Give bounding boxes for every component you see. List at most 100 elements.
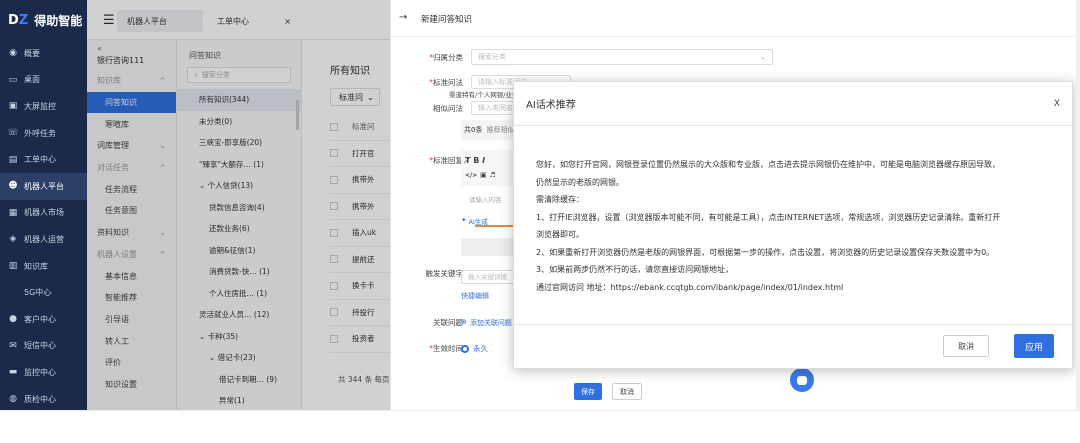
logo-mark: DZ — [8, 12, 29, 28]
code-icon[interactable]: </> — [465, 172, 477, 179]
modal-paragraph: 通过官网访问 地址：https://ebank.ccqtgb.com/ibank… — [536, 282, 844, 292]
nav-item-label: 质检中心 — [24, 394, 56, 404]
divider — [391, 36, 1077, 37]
nav-item[interactable]: ▤ 工单中心 — [0, 146, 87, 173]
std-question-note: 渠道特有/个人网银/业务 — [449, 91, 519, 99]
modal-title: AI话术推荐 — [526, 100, 576, 111]
modal-paragraph: 浏览器即可。 — [536, 230, 584, 239]
nav-list: ◉ 概要 ▭ 桌面 ▣ 大屏监控 ☏ 外呼任务 ▤ 工单中心 ☻ 机器人平台 ▦ 机器人市场 ◈ 机器人运营 ▥… — [0, 40, 87, 412]
close-icon[interactable]: X — [1054, 99, 1060, 109]
effective-permanent-radio[interactable]: 永久 — [461, 343, 488, 354]
radio-checked-icon — [461, 344, 469, 353]
effective-time-label: *生效时间 — [429, 344, 463, 353]
nav-item-label: 概要 — [24, 48, 40, 58]
nav-item-label: 5G中心 — [24, 288, 52, 298]
recommend-similar-link[interactable]: 推荐相似 — [486, 125, 514, 135]
phone-icon: ☏ — [7, 128, 19, 139]
nav-item-label: 机器人运营 — [24, 234, 64, 244]
dashboard-icon: ◉ — [9, 48, 17, 59]
nav-item-label: 知识库 — [24, 261, 48, 271]
nav-item[interactable]: ▬ 监控中心 — [0, 359, 87, 386]
trigger-keyword-label: 触发关键字 — [425, 269, 464, 278]
drawer-cancel-button[interactable]: 取消 — [612, 383, 642, 400]
market-icon: ▦ — [8, 207, 18, 218]
trigger-keyword-input[interactable]: 输入关键词搜 — [461, 270, 516, 284]
nav-item-label: 短信中心 — [24, 341, 56, 351]
ticket-icon: ▤ — [8, 154, 18, 165]
5g-icon — [8, 288, 18, 298]
nav-item[interactable]: ◈ 机器人运营 — [0, 226, 87, 253]
nav-item[interactable]: ◍ 质检中心 — [0, 386, 87, 413]
nav-item[interactable]: ☏ 外呼任务 — [0, 120, 87, 147]
modal-apply-button[interactable]: 应用 — [1014, 334, 1054, 358]
nav-item[interactable]: ◉ 概要 — [0, 40, 87, 67]
answer-editor[interactable]: 请输入内容 — [461, 188, 516, 212]
save-button[interactable]: 保存 — [574, 383, 602, 400]
modal-body: 您好，如您打开官网，网银登录位置仍然展示的大众版和专业版，点击进去提示网银仍在维… — [514, 126, 1072, 296]
nav-item-label: 客户中心 — [24, 314, 56, 324]
image-icon[interactable]: ▣ — [480, 171, 487, 179]
plus-circle-icon: ⊕ — [461, 318, 467, 326]
back-arrow-icon[interactable]: → — [399, 12, 407, 23]
drawer-title: 新建问答知识 — [421, 15, 473, 25]
nav-item[interactable]: ▦ 机器人市场 — [0, 200, 87, 227]
nav-item-label: 桌面 — [24, 75, 40, 85]
modal-paragraph: 需清除缓存： — [536, 195, 584, 204]
modal-paragraph: 2、如果重新打开浏览器仍然是老版的网银界面，可根据第一步的操作，点击设置，将浏览… — [536, 247, 995, 257]
quality-icon: ◍ — [9, 394, 17, 405]
desktop-icon: ▭ — [8, 74, 18, 85]
quick-edit-link[interactable]: 快捷编辑 — [461, 291, 489, 301]
similar-count-bar: 共0条 推荐相似 — [461, 120, 516, 140]
knowledge-icon: ▥ — [8, 261, 18, 272]
chat-bubble-icon[interactable] — [790, 368, 814, 392]
add-related-button[interactable]: ⊕ 添加关联问题 — [461, 318, 512, 328]
add-related-label: 添加关联问题 — [469, 319, 512, 327]
operations-icon: ◈ — [9, 234, 17, 245]
main-sidebar: DZ 得助智能 ◉ 概要 ▭ 桌面 ▣ 大屏监控 ☏ 外呼任务 ▤ 工单中心 ☻ 机器人平台 ▦ 机器人市… — [0, 0, 87, 410]
effective-value: 永久 — [473, 344, 488, 353]
ai-progress-line — [475, 225, 515, 227]
chevron-down-icon: ⌄ — [760, 53, 766, 61]
sms-icon: ✉ — [9, 340, 17, 351]
category-label: *归属分类 — [429, 52, 463, 62]
nav-item-label: 监控中心 — [24, 367, 56, 377]
nav-item-label: 外呼任务 — [24, 128, 56, 138]
similar-question-label: 相似问法 — [433, 103, 463, 113]
nav-item[interactable]: ▥ 知识库 — [0, 253, 87, 280]
nav-item[interactable]: ▭ 桌面 — [0, 67, 87, 94]
answer-label: *标准回复 — [429, 156, 463, 165]
nav-item-label: 机器人平台 — [24, 181, 64, 191]
modal-header: AI话术推荐 X — [514, 82, 1072, 126]
nav-item[interactable]: ▣ 大屏监控 — [0, 93, 87, 120]
modal-cancel-button[interactable]: 取消 — [943, 335, 989, 357]
modal-paragraph: 1、打开IE浏览器，设置（浏览器版本可能不同，有可能是工具），点击INTERNE… — [536, 212, 1001, 222]
nav-item[interactable]: 5G中心 — [0, 279, 87, 306]
category-select[interactable]: 搜索分类 ⌄ — [471, 49, 773, 65]
editor-toolbar: T̸ B I </> ▣ ♬ — [461, 150, 516, 186]
bold-icon[interactable]: B — [473, 156, 479, 165]
page-bottom — [0, 410, 1080, 443]
similar-count: 共0条 — [464, 126, 483, 134]
modal-footer: 取消 应用 — [514, 324, 1072, 368]
modal-paragraph: 3、如果前两步仍然不行的话，请您直接访问网银地址， — [536, 265, 734, 274]
brand-logo: DZ 得助智能 — [0, 0, 87, 40]
nav-item[interactable]: ● 客户中心 — [0, 306, 87, 333]
nav-item-label: 工单中心 — [24, 155, 56, 165]
category-placeholder: 搜索分类 — [478, 53, 506, 61]
brand-name: 得助智能 — [34, 13, 83, 28]
modal-paragraph: 您好，如您打开官网，网银登录位置仍然展示的大众版和专业版，点击进去提示网银仍在维… — [536, 160, 1000, 169]
page-scrollbar[interactable] — [1076, 0, 1080, 410]
italic-icon[interactable]: I — [482, 156, 485, 165]
modal-backdrop — [87, 0, 390, 410]
modal-paragraph: 仍然显示的老版的网银。 — [536, 177, 624, 187]
audio-icon[interactable]: ♬ — [489, 171, 495, 179]
ai-sparkle-icon: ✦ — [461, 216, 467, 224]
std-question-label: *标准问法 — [429, 77, 463, 87]
clear-format-icon[interactable]: T̸ — [465, 156, 470, 165]
customer-icon: ● — [9, 314, 17, 325]
nav-item-label: 大屏监控 — [24, 101, 56, 111]
monitor-icon: ▣ — [8, 101, 18, 112]
nav-item[interactable]: ☻ 机器人平台 — [0, 172, 87, 200]
nav-item[interactable]: ✉ 短信中心 — [0, 333, 87, 360]
answer-extra-area — [461, 238, 516, 256]
